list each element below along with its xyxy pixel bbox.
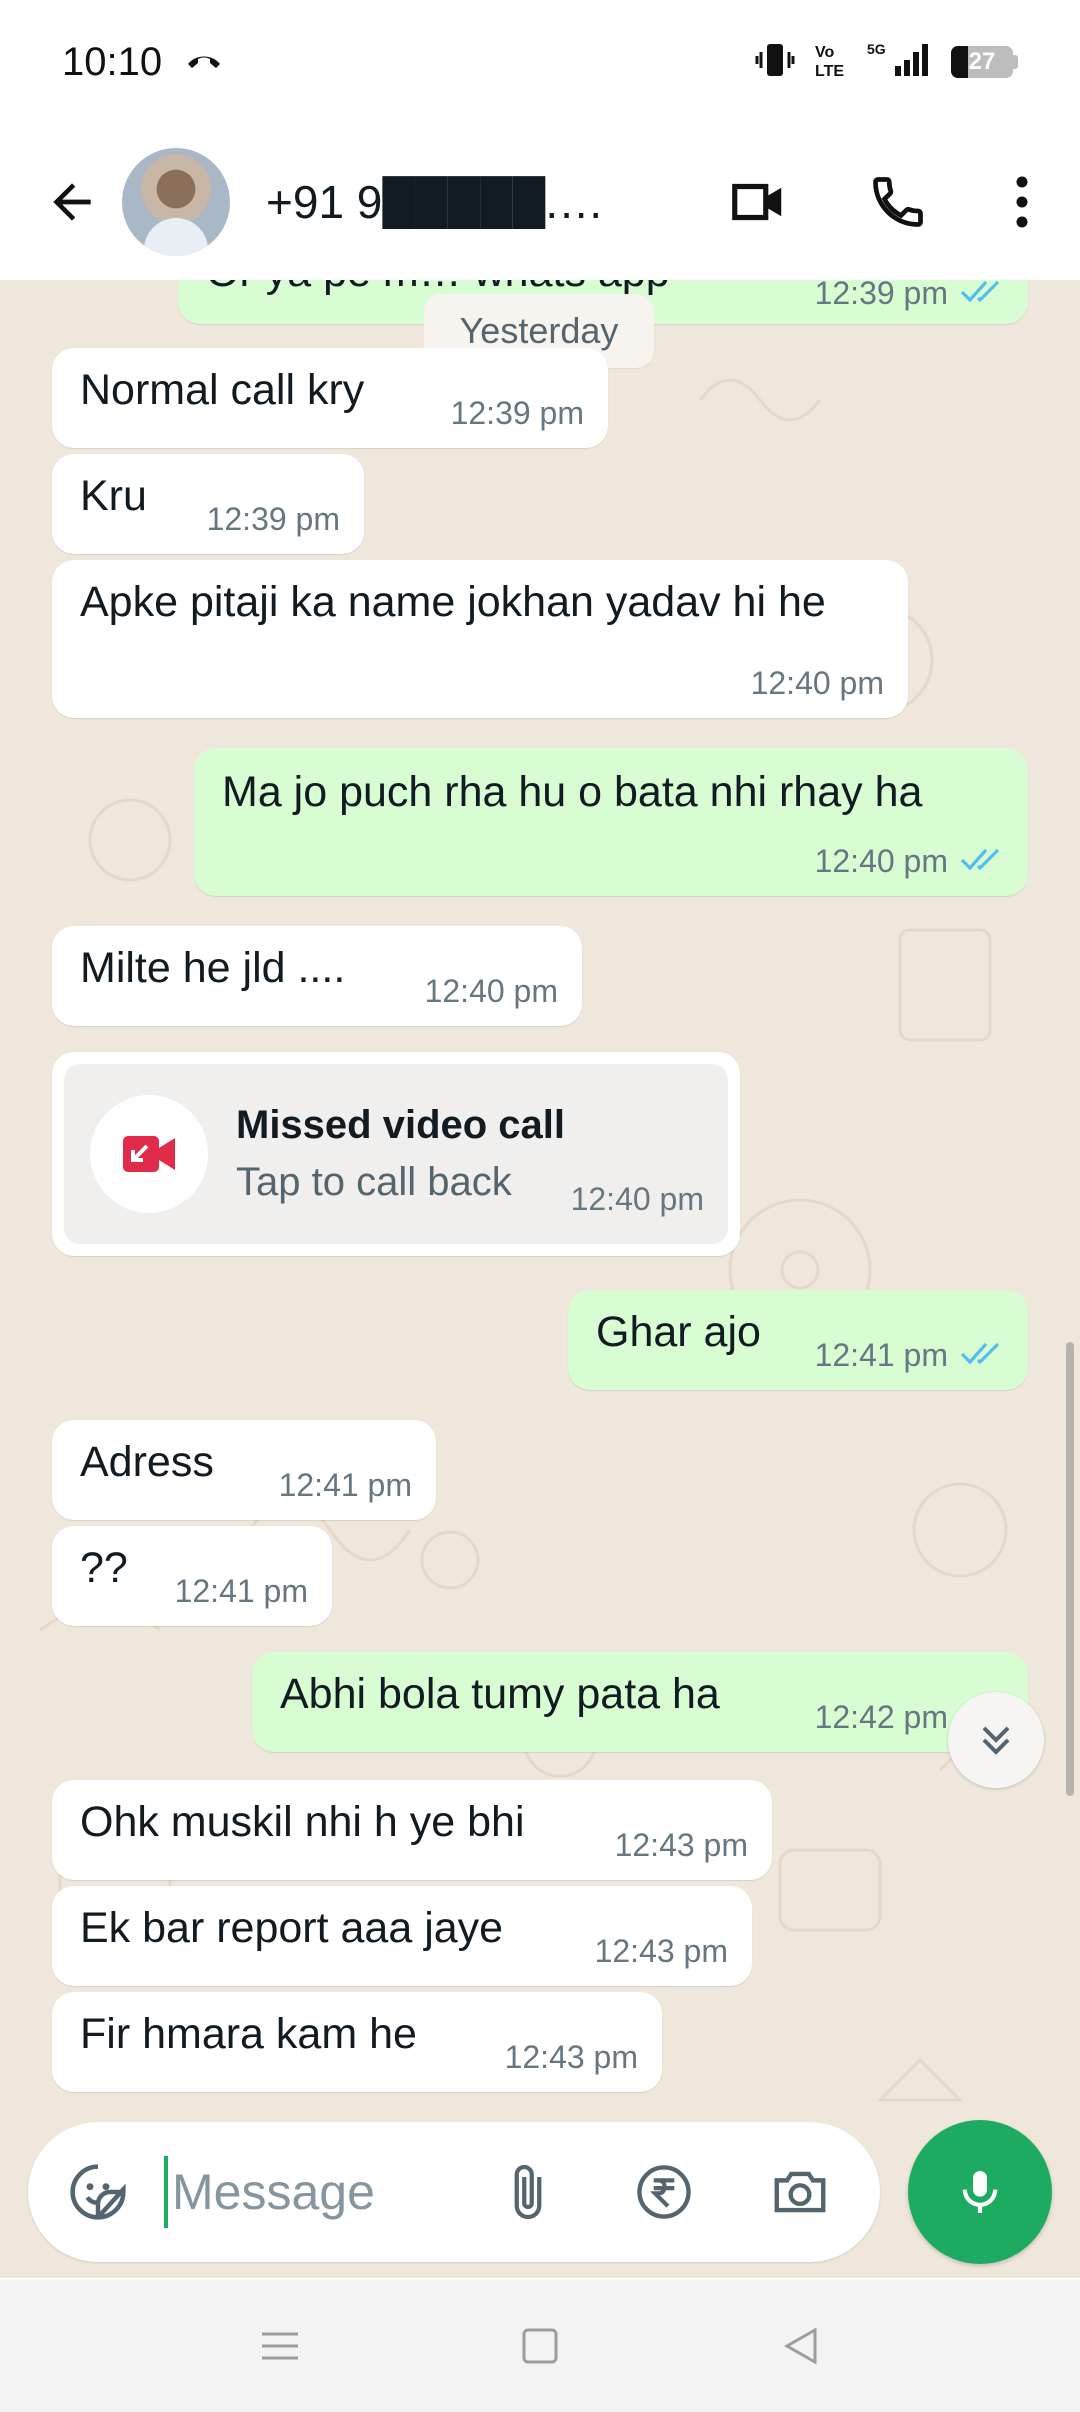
message-time: 12:39 pm: [814, 280, 948, 311]
back-nav-button[interactable]: [770, 2316, 830, 2376]
message-bubble-outgoing[interactable]: Abhi bola tumy pata ha 12:42 pm: [252, 1652, 1028, 1752]
double-check-icon: [960, 1337, 1004, 1374]
message-time: 12:41 pm: [174, 1573, 308, 1609]
sticker-icon: [70, 2164, 126, 2220]
message-time: 12:39 pm: [206, 501, 340, 537]
camera-icon: [774, 2171, 826, 2213]
text-cursor: [164, 2156, 168, 2228]
message-time: 12:40 pm: [750, 665, 884, 701]
contact-avatar[interactable]: [122, 148, 230, 256]
status-bar: 10:10 Vo LTE 5G 27: [0, 0, 1080, 124]
message-bubble-incoming[interactable]: Kru 12:39 pm: [52, 454, 364, 554]
message-bubble-incoming[interactable]: Ek bar report aaa jaye 12:43 pm: [52, 1886, 752, 1986]
message-bubble-incoming[interactable]: Ohk muskil nhi h ye bhi 12:43 pm: [52, 1780, 772, 1880]
message-time: 12:43 pm: [614, 1827, 748, 1863]
svg-text:Vo: Vo: [815, 44, 834, 61]
missed-call-notification-icon: [184, 46, 224, 79]
double-check-icon: [960, 843, 1004, 880]
attach-button[interactable]: [488, 2152, 568, 2232]
message-time: 12:41 pm: [814, 1337, 948, 1373]
message-composer: [28, 2122, 880, 2262]
videocam-icon: [732, 183, 782, 221]
system-navigation-bar: [0, 2280, 1080, 2412]
voice-call-button[interactable]: [858, 162, 938, 242]
message-text: Apke pitaji ka name jokhan yadav hi he: [80, 578, 826, 626]
sticker-button[interactable]: [58, 2152, 138, 2232]
missed-video-call-icon: [90, 1095, 208, 1213]
message-time: 12:43 pm: [594, 1933, 728, 1969]
double-check-icon: [960, 280, 1004, 312]
message-bubble-outgoing[interactable]: Ghar ajo 12:41 pm: [568, 1290, 1028, 1390]
message-bubble-incoming[interactable]: ?? 12:41 pm: [52, 1526, 332, 1626]
message-bubble-incoming[interactable]: Fir hmara kam he 12:43 pm: [52, 1992, 662, 2092]
message-text: Ma jo puch rha hu o bata nhi rhay ha: [222, 768, 923, 816]
battery-level: 27: [968, 48, 996, 75]
triangle-back-icon: [783, 2327, 817, 2365]
volte-icon: Vo LTE: [813, 40, 849, 85]
payment-button[interactable]: [624, 2152, 704, 2232]
video-call-button[interactable]: [718, 162, 798, 242]
message-time: 12:40 pm: [424, 973, 558, 1009]
square-icon: [522, 2328, 558, 2364]
menu-icon: [262, 2332, 298, 2360]
chat-scrollbar[interactable]: [1066, 1342, 1074, 1796]
chat-header: +91 9█████.14…: [0, 124, 1080, 280]
scroll-to-bottom-button[interactable]: [948, 1692, 1044, 1788]
signal-5g-icon: 5G: [867, 40, 933, 85]
tap-to-call-back[interactable]: Tap to call back: [236, 1160, 565, 1205]
rupee-icon: [637, 2165, 691, 2219]
svg-text:5G: 5G: [867, 41, 886, 57]
message-time: 12:40 pm: [814, 843, 948, 879]
message-input[interactable]: [172, 2163, 462, 2221]
mic-icon: [962, 2171, 998, 2213]
double-chevron-down-icon: [982, 1726, 1010, 1755]
message-bubble-incoming[interactable]: Apke pitaji ka name jokhan yadav hi he 1…: [52, 560, 908, 718]
message-bubble-incoming[interactable]: Milte he jld .... 12:40 pm: [52, 926, 582, 1026]
back-button[interactable]: [36, 166, 108, 238]
phone-icon: [873, 177, 923, 227]
voice-message-button[interactable]: [908, 2120, 1052, 2264]
arrow-left-icon: [53, 183, 91, 221]
more-options-button[interactable]: [982, 162, 1062, 242]
status-time: 10:10: [62, 39, 163, 84]
message-time: 12:39 pm: [450, 395, 584, 431]
missed-call-title: Missed video call: [236, 1103, 566, 1147]
home-button[interactable]: [510, 2316, 570, 2376]
camera-button[interactable]: [760, 2152, 840, 2232]
message-time: 12:43 pm: [504, 2039, 638, 2075]
contact-name[interactable]: +91 9█████.14…: [266, 175, 616, 229]
message-time: 12:41 pm: [278, 1467, 412, 1503]
message-bubble-outgoing[interactable]: Ma jo puch rha hu o bata nhi rhay ha 12:…: [194, 748, 1028, 896]
svg-text:LTE: LTE: [815, 63, 844, 80]
message-bubble-incoming[interactable]: Adress 12:41 pm: [52, 1420, 436, 1520]
chat-area[interactable]: Or ya pe m… whats app 12:39 pm Yesterday…: [0, 280, 1080, 2278]
paperclip-icon: [514, 2164, 542, 2220]
vibrate-icon: [755, 40, 795, 85]
message-time: 12:40 pm: [570, 1181, 704, 1217]
message-bubble-incoming[interactable]: Normal call kry 12:39 pm: [52, 348, 608, 448]
battery-indicator: 27: [951, 46, 1018, 78]
missed-video-call-card[interactable]: Missed video call Tap to call back 12:40…: [52, 1052, 740, 1256]
recents-button[interactable]: [250, 2316, 310, 2376]
more-vert-icon: [1016, 176, 1028, 228]
message-time: 12:42 pm: [814, 1699, 948, 1735]
